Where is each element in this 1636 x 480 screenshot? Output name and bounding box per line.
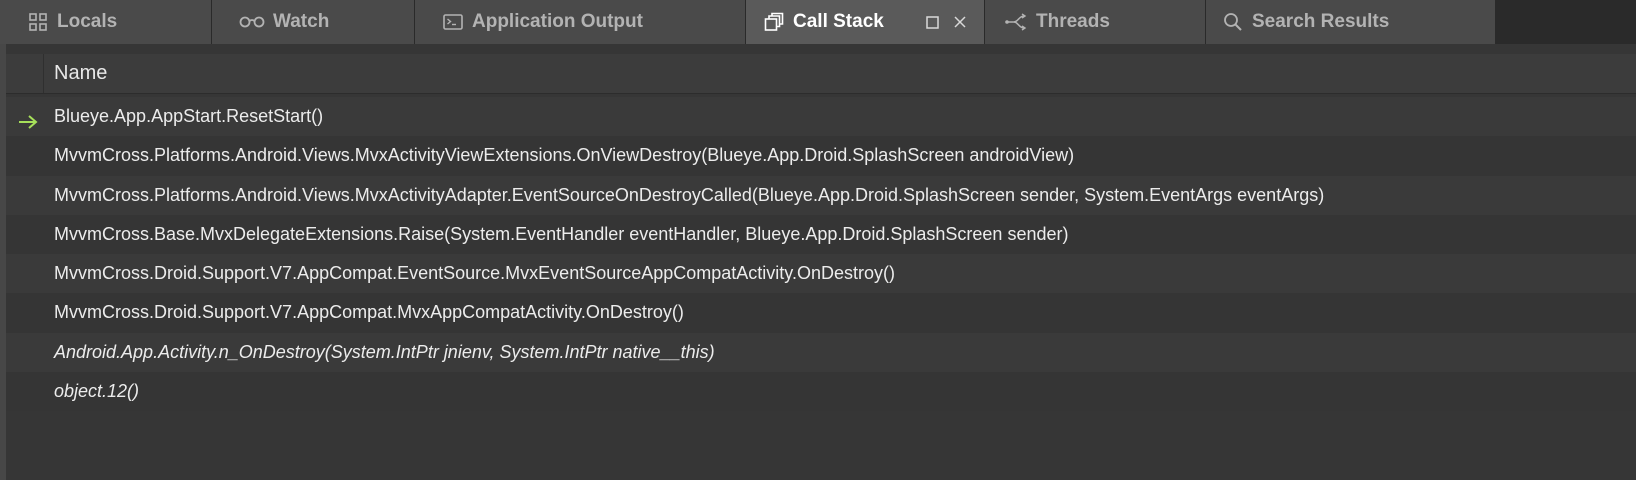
square-icon[interactable]	[924, 14, 940, 30]
tab-label: Application Output	[472, 11, 643, 32]
indicator-column-header	[6, 54, 44, 93]
terminal-icon	[442, 11, 464, 33]
tab-call-stack[interactable]: Call Stack	[746, 0, 985, 44]
grid-icon	[27, 11, 49, 33]
stack-frame-row[interactable]: MvvmCross.Droid.Support.V7.AppCompat.Eve…	[6, 254, 1636, 294]
tab-locals[interactable]: Locals	[0, 0, 212, 44]
stack-frame-row[interactable]: Blueye.App.AppStart.ResetStart()	[6, 97, 1636, 137]
stack-frame-row[interactable]: MvvmCross.Droid.Support.V7.AppCompat.Mvx…	[6, 293, 1636, 333]
column-header-row: Name	[6, 54, 1636, 94]
tab-watch[interactable]: Watch	[212, 0, 415, 44]
tab-label: Watch	[273, 11, 330, 32]
stack-frame-row[interactable]: Android.App.Activity.n_OnDestroy(System.…	[6, 332, 1636, 373]
tab-search-results[interactable]: Search Results	[1206, 0, 1496, 44]
tab-label: Call Stack	[793, 11, 884, 32]
tab-threads[interactable]: Threads	[985, 0, 1206, 44]
stack-frame-text: MvvmCross.Platforms.Android.Views.MvxAct…	[54, 145, 1075, 166]
stack-icon	[763, 11, 785, 33]
stack-frame-text: object.12()	[54, 381, 140, 402]
tab-actions	[924, 0, 968, 44]
threads-icon	[1004, 11, 1028, 33]
tab-label: Threads	[1036, 11, 1110, 32]
stack-frame-text: MvvmCross.Droid.Support.V7.AppCompat.Mvx…	[54, 302, 684, 323]
stack-frame-text: Android.App.Activity.n_OnDestroy(System.…	[54, 341, 715, 362]
tab-application-output[interactable]: Application Output	[415, 0, 746, 44]
glasses-icon	[239, 11, 265, 33]
close-icon[interactable]	[952, 14, 968, 30]
pad-tab-bar: Locals Watch Application Output Call Sta…	[0, 0, 1636, 44]
stack-frame-row[interactable]: MvvmCross.Platforms.Android.Views.MvxAct…	[6, 175, 1636, 215]
stack-frame-text: MvvmCross.Droid.Support.V7.AppCompat.Eve…	[54, 263, 895, 284]
stack-frame-row[interactable]: MvvmCross.Base.MvxDelegateExtensions.Rai…	[6, 214, 1636, 255]
call-stack-list: Blueye.App.AppStart.ResetStart() MvvmCros…	[6, 97, 1636, 412]
stack-frame-row[interactable]: MvvmCross.Platforms.Android.Views.MvxAct…	[6, 136, 1636, 176]
stack-frame-row[interactable]: object.12()	[6, 372, 1636, 412]
stack-frame-text: MvvmCross.Platforms.Android.Views.MvxAct…	[54, 184, 1325, 205]
column-header-name[interactable]: Name	[54, 62, 107, 85]
arrow-right-icon	[16, 107, 40, 129]
stack-frame-text: Blueye.App.AppStart.ResetStart()	[54, 106, 324, 126]
search-icon	[1222, 11, 1244, 33]
tab-label: Search Results	[1252, 11, 1390, 32]
call-stack-pad: Locals Watch Application Output Call Sta…	[0, 0, 1636, 480]
stack-frame-text: MvvmCross.Base.MvxDelegateExtensions.Rai…	[54, 223, 1069, 244]
tab-label: Locals	[57, 11, 118, 32]
